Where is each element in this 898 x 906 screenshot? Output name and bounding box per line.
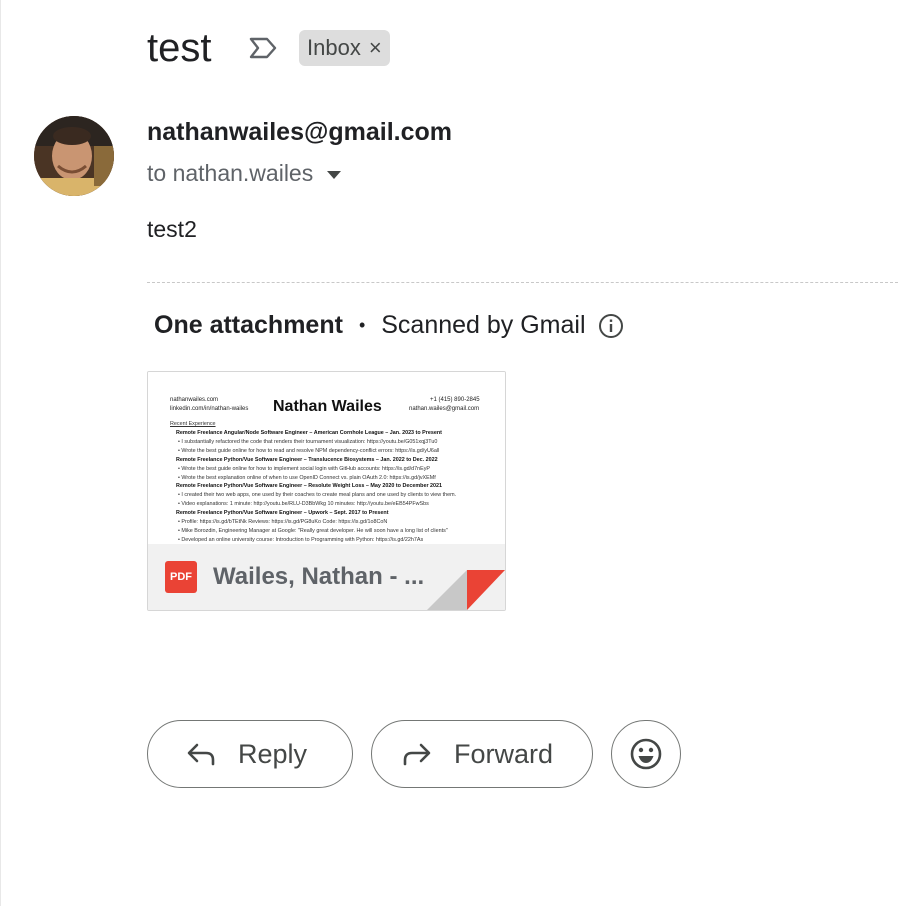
preview-line: • Wrote the best explanation online of w… [178, 474, 436, 481]
sender-email[interactable]: nathanwailes@gmail.com [147, 118, 452, 147]
preview-line: • I substantially refactored the code th… [178, 438, 438, 445]
preview-line: Remote Freelance Python/Vue Software Eng… [176, 510, 389, 517]
emoji-reaction-button[interactable] [611, 720, 681, 788]
remove-label-icon[interactable]: × [369, 37, 382, 59]
preview-line: • Developed an online university course:… [178, 536, 424, 543]
preview-phone: +1 (415) 890-2845 [430, 397, 480, 403]
pdf-thumbnail: nathanwailes.com linkedin.com/in/nathan-… [148, 372, 505, 544]
label-chip-text: Inbox [307, 35, 361, 60]
recipient-text: to nathan.wailes [147, 160, 314, 186]
preview-line: • I created their two web apps, one used… [178, 492, 457, 499]
smiley-face-icon [630, 738, 662, 770]
preview-line: Remote Freelance Python/Vue Software Eng… [176, 483, 443, 490]
preview-site: nathanwailes.com [170, 397, 219, 403]
email-subject: test [147, 26, 212, 70]
info-icon[interactable] [598, 313, 624, 339]
attachment-card[interactable]: nathanwailes.com linkedin.com/in/nathan-… [147, 371, 506, 611]
important-marker-icon[interactable] [248, 36, 278, 60]
forward-label: Forward [454, 738, 554, 769]
attachment-header: One attachment • Scanned by Gmail [154, 311, 624, 340]
preview-line: Remote Freelance Angular/Node Software E… [176, 430, 442, 436]
reply-arrow-icon [187, 743, 215, 766]
separator-dot: • [358, 315, 366, 335]
preview-line: Remote Freelance Python/Vue Software Eng… [176, 456, 438, 463]
reply-button[interactable]: Reply [147, 720, 353, 788]
left-border [0, 0, 1, 906]
attachment-divider [147, 282, 898, 283]
preview-line: • Profile: https://is.gd/bTEtNk Reviews:… [178, 519, 388, 525]
label-chip-inbox: Inbox × [299, 30, 390, 66]
preview-line: • Wrote the best guide online for how to… [178, 465, 430, 472]
pdf-file-icon: PDF [165, 561, 197, 593]
avatar-photo-icon [34, 116, 114, 196]
message-body: test2 [147, 216, 197, 242]
preview-line: • Wrote the best guide online for how to… [178, 447, 440, 454]
preview-email: nathan.wailes@gmail.com [409, 406, 480, 412]
forward-arrow-icon [403, 743, 431, 766]
show-details-caret-icon[interactable] [327, 170, 342, 179]
scan-status: Scanned by Gmail [381, 311, 586, 339]
avatar[interactable] [34, 116, 114, 196]
preview-section: Recent Experience [170, 421, 216, 427]
forward-button[interactable]: Forward [371, 720, 593, 788]
preview-line: • Mike Borozdin, Engineering Manager at … [178, 527, 448, 534]
preview-linkedin: linkedin.com/in/nathan-wailes [170, 406, 249, 412]
page-fold-icon [427, 570, 505, 610]
preview-line: • Video explanations: 1 minute: http://y… [178, 501, 429, 508]
recipient-line: to nathan.wailes [147, 160, 342, 187]
preview-name: Nathan Wailes [273, 398, 382, 415]
attachment-file-name: Wailes, Nathan - ... [213, 563, 425, 590]
reply-label: Reply [238, 738, 308, 769]
attachment-count: One attachment [154, 311, 343, 339]
